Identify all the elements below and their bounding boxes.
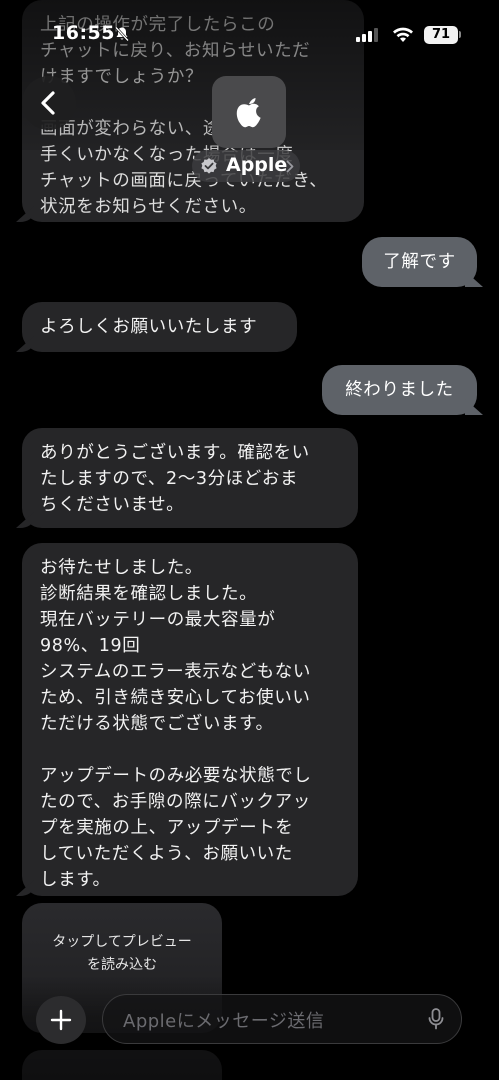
status-bar: 16:55 71 bbox=[0, 0, 499, 72]
message-input-placeholder: Appleにメッセージ送信 bbox=[123, 1011, 325, 1032]
contact-name-button[interactable]: Apple bbox=[192, 150, 300, 182]
message-outgoing-finished: 終わりました bbox=[322, 365, 477, 415]
message-incoming-regards: よろしくお願いいたします bbox=[22, 302, 297, 352]
verified-badge-icon bbox=[201, 158, 217, 174]
plus-icon bbox=[50, 1009, 72, 1031]
preview-label: タップしてプレビュー を読み込む bbox=[52, 934, 192, 973]
battery-tip bbox=[459, 31, 461, 38]
back-chevron-icon bbox=[41, 91, 55, 115]
signal-icon bbox=[356, 28, 378, 42]
chevron-right-icon bbox=[286, 160, 294, 173]
message-input[interactable]: Appleにメッセージ送信 bbox=[102, 994, 462, 1044]
back-button[interactable] bbox=[22, 76, 76, 130]
add-attachment-button[interactable] bbox=[36, 996, 86, 1044]
message-incoming-confirming: ありがとうございます。確認をい たしますので、2〜3分ほどおま ちくださいませ。 bbox=[22, 428, 358, 528]
contact-avatar[interactable] bbox=[212, 76, 286, 148]
message-incoming-diagnosis-result: お待たせしました。 診断結果を確認しました。 現在バッテリーの最大容量が 98%… bbox=[22, 543, 358, 896]
battery-icon: 71 bbox=[424, 26, 458, 44]
apple-logo-icon bbox=[236, 98, 261, 128]
status-time: 16:55 bbox=[52, 22, 115, 44]
chat-screen: 上記の操作が完了したらこの チャットに戻り、お知らせいただ けますでしょうか？ … bbox=[0, 0, 499, 1080]
microphone-icon[interactable] bbox=[428, 1008, 444, 1030]
message-outgoing-understood: 了解です bbox=[362, 237, 477, 287]
wifi-icon bbox=[393, 27, 413, 42]
bell-slash-icon bbox=[115, 26, 129, 42]
contact-name: Apple bbox=[226, 154, 288, 176]
